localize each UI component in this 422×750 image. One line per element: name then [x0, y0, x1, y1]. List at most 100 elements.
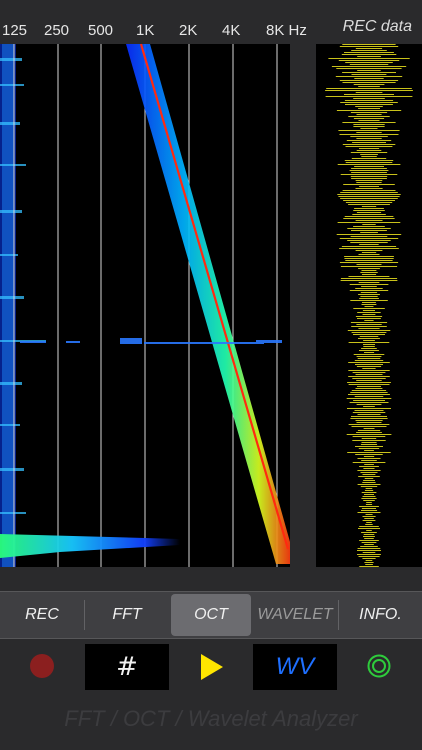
waveform-bar: [339, 238, 399, 239]
waveform-bar: [349, 290, 389, 291]
waveform-bar: [354, 360, 384, 361]
waveform-bar: [356, 150, 382, 151]
waveform-bar: [348, 376, 390, 377]
waveform-bar: [326, 88, 412, 89]
target-button[interactable]: [367, 654, 391, 683]
waveform-bar: [357, 70, 381, 71]
waveform-bar: [361, 508, 376, 509]
waveform-bar: [364, 490, 374, 491]
waveform-bar: [358, 328, 380, 329]
waveform-bar: [363, 534, 375, 535]
waveform-bar: [356, 212, 382, 213]
waveform-bar: [336, 110, 402, 111]
waveform-bar: [362, 274, 377, 275]
waveform-bar: [359, 466, 379, 467]
tab-oct[interactable]: OCT: [171, 594, 251, 636]
waveform-bar: [344, 94, 394, 95]
waveform-bar: [355, 288, 383, 289]
waveform-bar: [352, 462, 386, 463]
waveform-bar: [351, 230, 387, 231]
waveform-bar: [358, 294, 380, 295]
hash-icon: #: [116, 652, 138, 682]
waveform-bar: [365, 488, 373, 489]
waveform-bar: [342, 144, 396, 145]
waveform-bar: [357, 554, 381, 555]
freq-label-4k: 4K: [222, 22, 241, 39]
tab-info[interactable]: INFO.: [339, 592, 422, 638]
waveform-bar: [355, 446, 383, 447]
waveform-bar: [352, 378, 386, 379]
waveform-bar: [361, 460, 377, 461]
waveform-bar: [357, 484, 381, 485]
waveform-bar: [365, 504, 373, 505]
waveform-bar: [366, 502, 372, 503]
analysis-tab-bar: REC FFT OCT WAVELET INFO.: [0, 591, 422, 639]
waveform-bar: [364, 352, 375, 353]
waveform-bar: [361, 156, 377, 157]
waveform-bar: [361, 438, 377, 439]
waveform-bar: [360, 154, 378, 155]
waveform-bar: [338, 130, 400, 131]
waveform-bar: [348, 116, 390, 117]
tab-fft[interactable]: FFT: [85, 592, 169, 638]
waveform-bar: [353, 98, 385, 99]
waveform-bar: [359, 298, 379, 299]
waveform-bar: [362, 520, 376, 521]
waveform-bar: [349, 284, 389, 285]
waveform-bar: [340, 192, 398, 193]
mid-noise-line: [20, 338, 282, 344]
waveform-bar: [338, 60, 400, 61]
waveform-bars: [325, 44, 413, 567]
record-dot-icon[interactable]: [30, 654, 54, 678]
waveform-bar: [356, 422, 382, 423]
waveform-bar: [347, 240, 391, 241]
waveform-bar: [351, 326, 387, 327]
waveform-bar: [362, 482, 376, 483]
waveform-bar: [339, 46, 399, 47]
play-button[interactable]: [201, 654, 223, 685]
waveform-bar: [348, 394, 390, 395]
waveform-bar: [355, 454, 383, 455]
waveform-bar: [348, 276, 390, 277]
waveform-bar: [356, 432, 382, 433]
tab-rec[interactable]: REC: [0, 592, 84, 638]
waveform-bar: [351, 178, 387, 179]
waveform-bar: [363, 480, 375, 481]
waveform-bar: [346, 140, 392, 141]
waveform-bar: [362, 314, 376, 315]
waveform-bar: [354, 78, 384, 79]
waveform-bar: [354, 410, 384, 411]
waveform-bar: [341, 54, 397, 55]
waveform-bar: [364, 494, 374, 495]
waveform-bar: [348, 342, 390, 343]
waveform-bar: [356, 138, 382, 139]
waveform-bar: [348, 370, 390, 371]
waveform-bar: [353, 84, 385, 85]
waveform-bar: [347, 228, 391, 229]
waveform-bar: [331, 66, 407, 67]
waveform-bar: [358, 476, 380, 477]
octave-gridlines: [13, 44, 278, 567]
waveform-bar: [364, 450, 374, 451]
tab-wavelet[interactable]: WAVELET: [253, 592, 337, 638]
waveform-bar: [355, 420, 383, 421]
waveform-bar: [356, 114, 382, 115]
waveform-bar: [350, 136, 388, 137]
wavelet-button[interactable]: WV: [253, 644, 337, 690]
waveform-bar: [363, 406, 375, 407]
waveform-bar: [358, 108, 380, 109]
grid-button[interactable]: #: [85, 644, 169, 690]
waveform-bar: [361, 442, 377, 443]
waveform-bar: [348, 362, 390, 363]
waveform-bar: [354, 166, 384, 167]
waveform-bar: [363, 536, 375, 537]
waveform-bar: [353, 400, 385, 401]
waveform-bar: [353, 308, 385, 309]
waveform-bar: [350, 236, 388, 237]
waveform-bar: [351, 390, 387, 391]
waveform-bar: [342, 44, 396, 45]
waveform-bar: [360, 232, 378, 233]
waveform-bar: [347, 382, 391, 383]
waveform-bar: [337, 222, 401, 223]
waveform-bar: [358, 86, 380, 87]
